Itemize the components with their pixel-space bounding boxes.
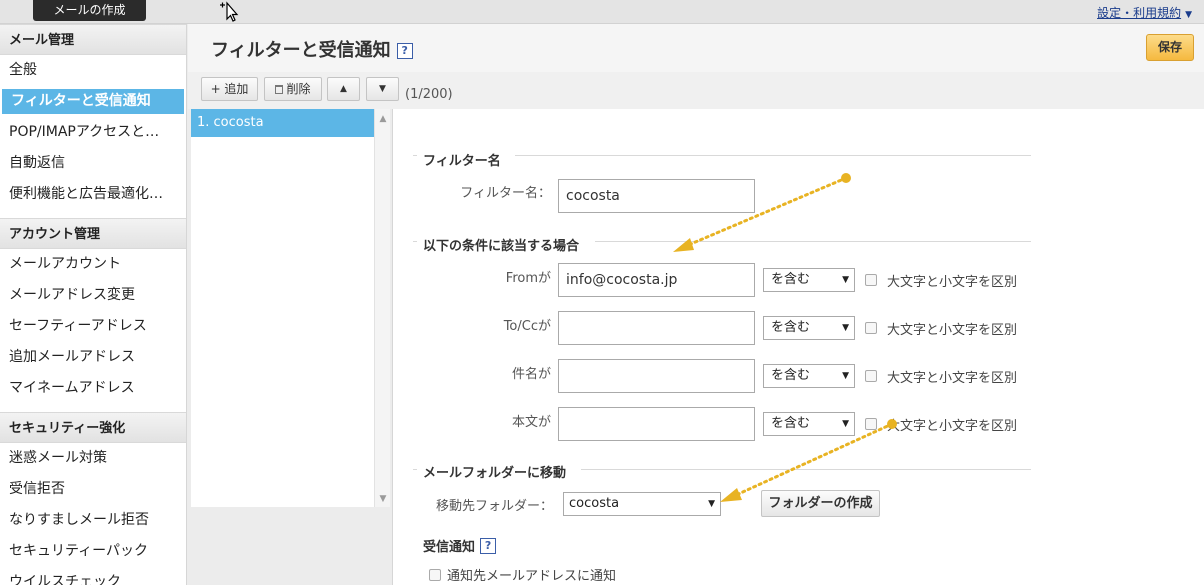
trash-icon bbox=[275, 85, 284, 94]
condition-tocc-case-checkbox[interactable] bbox=[865, 322, 877, 334]
condition-tocc-label: To/Ccが bbox=[503, 319, 551, 334]
content-header: フィルターと受信通知? 保存 bbox=[188, 24, 1204, 72]
move-up-button[interactable]: ▲ bbox=[327, 77, 360, 101]
section-divider bbox=[515, 155, 1031, 156]
condition-from-operator-value: を含む bbox=[771, 272, 811, 287]
section-divider bbox=[413, 155, 417, 156]
sidebar: メール管理 全般 フィルターと受信通知 POP/IMAPアクセスと… 自動返信 … bbox=[0, 24, 187, 585]
section-divider bbox=[413, 241, 417, 242]
condition-subject-case-checkbox[interactable] bbox=[865, 370, 877, 382]
sidebar-item-security-pack[interactable]: セキュリティーパック bbox=[0, 536, 186, 567]
condition-from-label: Fromが bbox=[505, 271, 551, 286]
filter-name-input[interactable]: cocosta bbox=[558, 179, 755, 213]
filter-name-label: フィルター名： bbox=[460, 186, 551, 201]
sidebar-item-general[interactable]: 全般 bbox=[0, 55, 186, 86]
condition-subject-operator[interactable]: を含む ▼ bbox=[763, 364, 855, 388]
sidebar-item-spam[interactable]: 迷惑メール対策 bbox=[0, 443, 186, 474]
notify-section-text: 受信通知 bbox=[423, 540, 476, 555]
sidebar-item-myname-address[interactable]: マイネームアドレス bbox=[0, 373, 186, 404]
sidebar-item-pop-imap[interactable]: POP/IMAPアクセスと… bbox=[0, 117, 186, 148]
section-divider bbox=[413, 469, 417, 470]
notify-checkbox[interactable] bbox=[429, 569, 441, 581]
settings-terms-link[interactable]: 設定・利用規約 ▼ bbox=[1097, 4, 1192, 21]
create-folder-button[interactable]: フォルダーの作成 bbox=[761, 490, 880, 517]
condition-body-operator[interactable]: を含む ▼ bbox=[763, 412, 855, 436]
condition-from-case-checkbox[interactable] bbox=[865, 274, 877, 286]
filter-list-item[interactable]: 1. cocosta bbox=[191, 109, 374, 137]
condition-subject-label: 件名が bbox=[511, 367, 551, 382]
condition-subject-operator-value: を含む bbox=[771, 368, 811, 383]
sidebar-section-security: セキュリティー強化 bbox=[0, 412, 186, 443]
condition-tocc-operator[interactable]: を含む ▼ bbox=[763, 316, 855, 340]
conditions-section-title: 以下の条件に該当する場合 bbox=[423, 239, 580, 254]
scroll-up-icon[interactable]: ▲ bbox=[375, 111, 391, 127]
help-icon[interactable]: ? bbox=[480, 538, 497, 554]
delete-filter-button[interactable]: 削除 bbox=[264, 77, 322, 101]
condition-subject-case-label: 大文字と小文字を区別 bbox=[887, 371, 1018, 386]
move-down-button[interactable]: ▼ bbox=[366, 77, 399, 101]
compose-mail-button[interactable]: メールの作成 bbox=[33, 0, 146, 21]
sidebar-item-address-change[interactable]: メールアドレス変更 bbox=[0, 280, 186, 311]
condition-from-operator[interactable]: を含む ▼ bbox=[763, 268, 855, 292]
scroll-down-icon[interactable]: ▼ bbox=[375, 491, 391, 507]
move-folder-value: cocosta bbox=[569, 496, 620, 511]
help-icon[interactable]: ? bbox=[396, 43, 413, 59]
condition-body-input[interactable] bbox=[558, 407, 755, 441]
page-title: フィルターと受信通知? bbox=[211, 36, 413, 62]
condition-from-case-label: 大文字と小文字を区別 bbox=[887, 275, 1018, 290]
chevron-down-icon: ▼ bbox=[842, 323, 849, 333]
filter-list-scrollbar[interactable]: ▲ ▼ bbox=[374, 109, 390, 507]
condition-body-operator-value: を含む bbox=[771, 416, 811, 431]
sidebar-item-mail-account[interactable]: メールアカウント bbox=[0, 249, 186, 280]
sidebar-item-safety-address[interactable]: セーフティーアドレス bbox=[0, 311, 186, 342]
section-divider bbox=[595, 241, 1031, 242]
sidebar-section-mail-management: メール管理 bbox=[0, 24, 186, 55]
chevron-down-icon: ▼ bbox=[842, 275, 849, 285]
move-folder-label: 移動先フォルダー： bbox=[435, 499, 553, 514]
condition-body-label: 本文が bbox=[511, 415, 551, 430]
filter-list: 1. cocosta bbox=[191, 109, 374, 507]
page-title-text: フィルターと受信通知 bbox=[211, 40, 391, 61]
sidebar-item-additional-address[interactable]: 追加メールアドレス bbox=[0, 342, 186, 373]
chevron-down-icon: ▼ bbox=[1185, 10, 1192, 20]
filter-toolbar: + 追加 削除 ▲ ▼ (1/200) bbox=[188, 72, 1204, 109]
condition-subject-input[interactable] bbox=[558, 359, 755, 393]
notify-checkbox-label: 通知先メールアドレスに通知 bbox=[447, 569, 617, 584]
chevron-down-icon: ▼ bbox=[842, 419, 849, 429]
filter-count: (1/200) bbox=[405, 87, 453, 102]
filter-name-section-title: フィルター名 bbox=[423, 154, 501, 169]
sidebar-item-virus-check[interactable]: ウイルスチェック bbox=[0, 567, 186, 585]
filter-form: フィルター名 フィルター名： cocosta 以下の条件に該当する場合 From… bbox=[392, 109, 1204, 585]
notify-section-title: 受信通知? bbox=[423, 536, 497, 555]
sidebar-item-filters[interactable]: フィルターと受信通知 bbox=[2, 89, 184, 114]
settings-terms-label: 設定・利用規約 bbox=[1097, 6, 1182, 20]
chevron-down-icon: ▼ bbox=[842, 371, 849, 381]
move-folder-select[interactable]: cocosta ▼ bbox=[563, 492, 721, 516]
top-bar: メールの作成 設定・利用規約 ▼ bbox=[0, 0, 1204, 24]
condition-tocc-operator-value: を含む bbox=[771, 320, 811, 335]
condition-tocc-input[interactable] bbox=[558, 311, 755, 345]
save-button[interactable]: 保存 bbox=[1146, 34, 1194, 61]
move-folder-section-title: メールフォルダーに移動 bbox=[423, 466, 567, 481]
sidebar-item-convenience[interactable]: 便利機能と広告最適化… bbox=[0, 179, 186, 210]
sidebar-item-spoofing[interactable]: なりすましメール拒否 bbox=[0, 505, 186, 536]
section-divider bbox=[581, 469, 1031, 470]
condition-from-input[interactable]: info@cocosta.jp bbox=[558, 263, 755, 297]
chevron-down-icon: ▼ bbox=[708, 499, 715, 509]
condition-body-case-checkbox[interactable] bbox=[865, 418, 877, 430]
sidebar-section-account-management: アカウント管理 bbox=[0, 218, 186, 249]
add-filter-button[interactable]: + 追加 bbox=[201, 77, 258, 101]
condition-tocc-case-label: 大文字と小文字を区別 bbox=[887, 323, 1018, 338]
condition-body-case-label: 大文字と小文字を区別 bbox=[887, 419, 1018, 434]
mouse-cursor-icon bbox=[220, 1, 239, 22]
delete-filter-label: 削除 bbox=[286, 82, 311, 96]
sidebar-item-auto-reply[interactable]: 自動返信 bbox=[0, 148, 186, 179]
sidebar-item-block[interactable]: 受信拒否 bbox=[0, 474, 186, 505]
